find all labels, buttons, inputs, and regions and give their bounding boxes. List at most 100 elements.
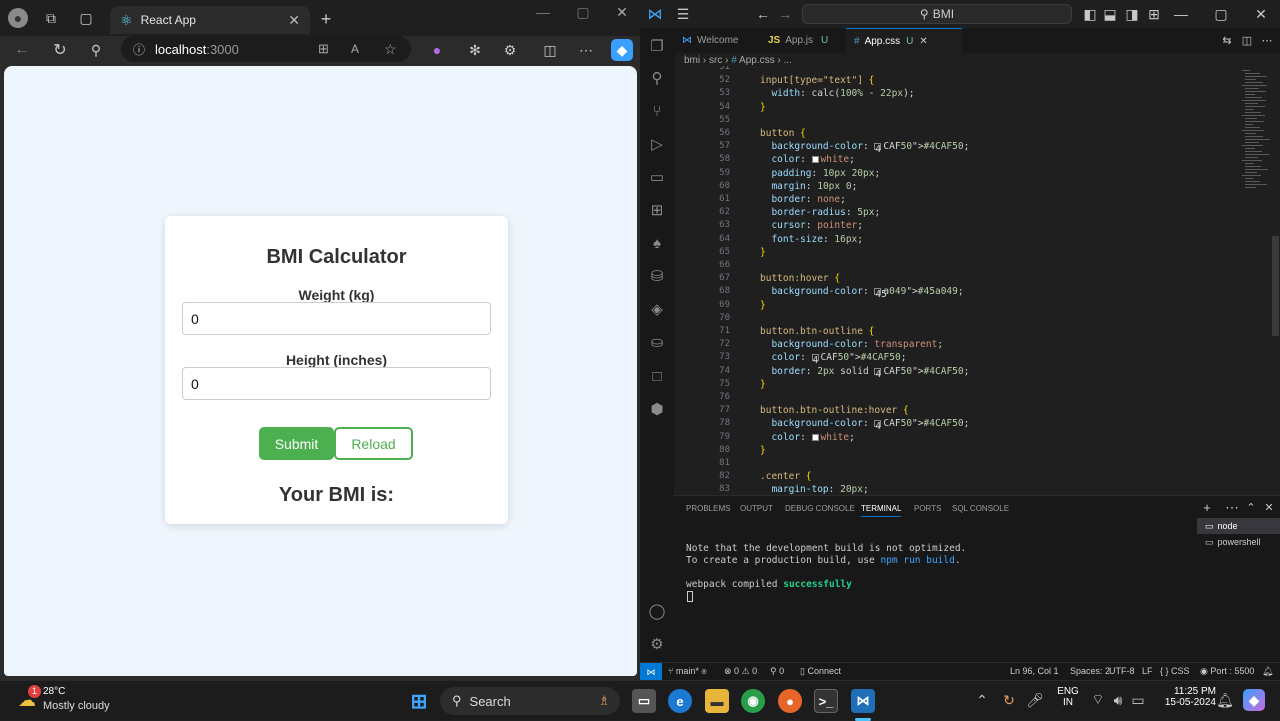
tab-app-js[interactable]: JS App.js U [760,28,844,53]
sync-icon[interactable]: ↻ [1000,691,1018,709]
sql-icon[interactable]: ⛀ [647,332,667,352]
vscode-app-icon[interactable]: ⋈ [851,689,875,713]
show-hidden-icons[interactable]: ⌃ [974,691,990,709]
open-changes-icon[interactable]: ⇆ [1219,32,1235,48]
file-explorer-icon[interactable]: ▬ [705,689,729,713]
panel-more-icon[interactable]: ⋯ [1225,499,1239,515]
code-editor[interactable]: 51 52 input[type="text"] {53 width: calc(1… [674,66,1280,495]
maximize-icon[interactable]: ▢ [573,4,593,20]
profile-avatar-icon[interactable]: ● [8,8,28,28]
copilot-taskbar-icon[interactable]: ◆ [1243,689,1265,711]
read-aloud-icon[interactable]: A [351,42,359,56]
panel-tab-sql-console[interactable]: SQL CONSOLE [952,504,1009,513]
panel-tab-problems[interactable]: PROBLEMS [686,504,730,513]
site-info-icon[interactable]: ⓘ [133,41,145,58]
mongodb-icon[interactable]: ♠ [647,233,667,253]
microphone-icon[interactable]: 🎤︎ [1026,691,1044,709]
editor-scrollbar[interactable] [1272,236,1279,336]
menu-icon[interactable]: ☰ [674,5,692,23]
address-bar[interactable]: ⓘ localhost:3000 ⊞ A ☆ [121,36,411,62]
panel-tab-terminal[interactable]: TERMINAL [861,504,902,517]
favorite-star-icon[interactable]: ☆ [384,41,397,58]
explorer-icon[interactable]: ❐ [647,36,667,56]
new-tab-icon[interactable]: + [316,9,336,29]
task-view-icon[interactable]: ▭ [632,689,656,713]
toggle-secondary-sidebar-icon[interactable]: ◨ [1124,5,1140,23]
breadcrumb-item[interactable]: App.css [739,55,775,66]
height-input[interactable]: 0 [182,367,491,400]
battery-icon[interactable]: ▭ [1130,691,1146,709]
split-editor-icon[interactable]: ◫ [1239,32,1255,48]
notifications-icon[interactable]: 🔔︎ [1262,666,1273,677]
live-server-status[interactable]: ◉ Port : 5500 [1200,666,1254,677]
taskbar-search[interactable]: ⚲ Search ♗ [440,687,620,715]
python-icon[interactable]: ⬢ [647,399,667,419]
notification-bell-icon[interactable]: 🔔︎ [1216,691,1234,709]
search-icon[interactable]: ⚲ [86,40,106,60]
remote-explorer-icon[interactable]: ▭ [647,167,667,187]
weight-input[interactable]: 0 [182,302,491,335]
source-control-icon[interactable]: ⑂ [647,101,667,121]
edge-icon[interactable]: e [668,689,692,713]
submit-button[interactable]: Submit [259,427,334,460]
breadcrumb-item[interactable]: bmi [684,55,700,66]
encoding-status[interactable]: UTF-8 [1109,666,1135,676]
minimize-icon[interactable]: — [533,4,553,20]
workspaces-icon[interactable]: ⧉ [42,9,60,27]
browser-tab[interactable]: ⚛ React App ✕ [110,6,310,34]
language-status[interactable]: { } CSS [1160,666,1190,676]
connect-status[interactable]: ▯ Connect [800,666,841,677]
settings-extension-icon[interactable]: ✻ [465,40,485,60]
remote-indicator-icon[interactable]: ⋈ [640,663,662,680]
toggle-panel-icon[interactable]: ⬓ [1102,5,1118,23]
customize-layout-icon[interactable]: ⊞ [1146,5,1162,23]
problems-status[interactable]: ⊗ 0 ⚠ 0 [724,666,757,677]
close-tab-icon[interactable]: ✕ [288,12,300,29]
minimize-icon[interactable]: — [1172,5,1190,23]
tab-actions-icon[interactable]: ▢ [77,9,95,27]
breadcrumb-item[interactable]: src [709,55,722,66]
breadcrumb-item[interactable]: ... [784,55,792,66]
copilot-extension-icon[interactable]: ● [427,40,447,60]
extensions-icon[interactable]: ⚙ [500,40,520,60]
ports-status[interactable]: ⚲ 0 [770,666,784,677]
maximize-panel-icon[interactable]: ⌃ [1244,500,1258,514]
split-screen-icon[interactable]: ◫ [540,40,560,60]
tab-app-css[interactable]: # App.css U ✕ [846,28,962,53]
clock[interactable]: 11:25 PM 15-05-2024 [1150,686,1216,708]
firefox-icon[interactable]: ● [778,689,802,713]
new-terminal-icon[interactable]: + [1200,500,1214,515]
wifi-icon[interactable]: ⌔ [1090,691,1106,709]
refresh-icon[interactable]: ↻ [50,40,70,60]
layers-icon[interactable]: ◈ [647,299,667,319]
minimap[interactable] [1242,66,1278,206]
weather-temp[interactable]: 28°C [43,686,65,697]
more-actions-icon[interactable]: ⋯ [1259,32,1275,48]
nav-back-icon[interactable]: ← [754,5,772,23]
app-available-icon[interactable]: ⊞ [318,41,329,57]
toggle-sidebar-icon[interactable]: ◧ [1082,5,1098,23]
close-tab-icon[interactable]: ✕ [919,36,927,47]
nav-forward-icon[interactable]: → [776,5,794,23]
extensions-view-icon[interactable]: ⊞ [647,200,667,220]
database-icon[interactable]: ⛁ [647,266,667,286]
terminal-item-powershell[interactable]: ▭ powershell [1197,534,1280,550]
back-icon[interactable]: ← [12,40,32,60]
volume-icon[interactable]: 🔊︎ [1110,691,1126,709]
maximize-icon[interactable]: ▢ [1212,5,1230,23]
panel-tab-debug-console[interactable]: DEBUG CONSOLE [785,504,855,513]
search-view-icon[interactable]: ⚲ [647,68,667,88]
weather-desc[interactable]: Mostly cloudy [43,700,110,712]
manage-gear-icon[interactable]: ⚙ [647,634,667,654]
more-menu-icon[interactable]: ⋯ [576,40,596,60]
terminal-cursor[interactable] [687,591,693,602]
panel-tab-ports[interactable]: PORTS [914,504,941,513]
cursor-position[interactable]: Ln 96, Col 1 [1010,666,1059,676]
eol-status[interactable]: LF [1142,666,1153,676]
language-indicator[interactable]: ENG IN [1057,686,1079,708]
close-panel-icon[interactable]: ✕ [1262,500,1276,514]
tab-welcome[interactable]: ⋈ Welcome [674,28,759,53]
branch-status[interactable]: ⑂ main* ◉ [668,666,707,676]
close-window-icon[interactable]: ✕ [1252,5,1270,23]
terminal-app-icon[interactable]: >_ [814,689,838,713]
